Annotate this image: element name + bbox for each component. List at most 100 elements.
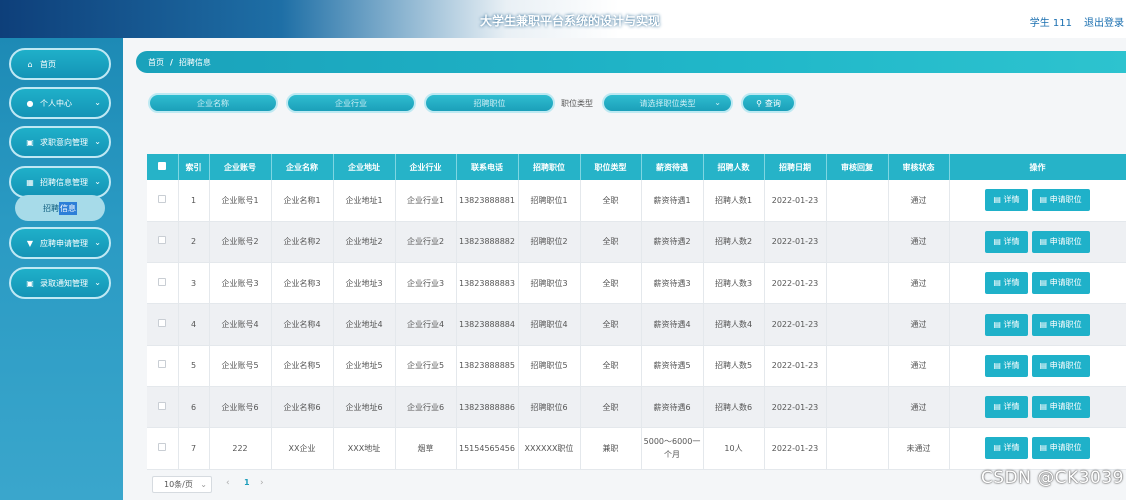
row-select-cell bbox=[147, 262, 179, 305]
detail-button-label: 详情 bbox=[1003, 443, 1020, 453]
logout-link[interactable]: 退出登录 bbox=[1084, 14, 1124, 29]
row-checkbox[interactable] bbox=[158, 277, 167, 286]
page-size-select[interactable]: 10条/页 ⌄ bbox=[152, 476, 212, 493]
chevron-down-icon: ⌄ bbox=[714, 98, 721, 107]
column-header: 索引 bbox=[178, 154, 210, 180]
apply-position-button[interactable]: ▤ 申请职位 bbox=[1031, 396, 1090, 419]
industry-input[interactable]: 企业行业 bbox=[286, 93, 416, 113]
row-checkbox[interactable] bbox=[158, 319, 167, 328]
table-cell: 企业行业2 bbox=[395, 221, 457, 264]
row-checkbox[interactable] bbox=[158, 442, 167, 451]
table-cell: XX企业 bbox=[271, 427, 334, 470]
table-header-row: 索引 企业账号 企业名称 企业地址 企业行业 联系电话 招聘职位 职位类型 薪资… bbox=[147, 154, 1126, 180]
row-select-cell bbox=[147, 303, 179, 346]
table-cell: 通过 bbox=[888, 221, 950, 264]
apply-position-button[interactable]: ▤ 申请职位 bbox=[1031, 437, 1090, 460]
row-checkbox[interactable] bbox=[158, 236, 167, 245]
page-number-current[interactable]: 1 bbox=[244, 478, 250, 487]
funnel-icon: ▼ bbox=[26, 238, 34, 248]
column-header: 企业地址 bbox=[333, 154, 396, 180]
position-type-select[interactable]: 请选择职位类型 ⌄ bbox=[602, 93, 733, 113]
table-cell: 企业名称1 bbox=[271, 180, 334, 222]
column-header: 联系电话 bbox=[456, 154, 519, 180]
table-cell: 企业地址5 bbox=[333, 345, 396, 387]
detail-button[interactable]: ▤ 详情 bbox=[985, 189, 1028, 212]
table-row: 7 222 XX企业 XXX地址 烟草 15154565456 XXXXXX职位 兼职 5000… bbox=[147, 427, 1126, 470]
apply-button-label: 申请职位 bbox=[1049, 443, 1082, 453]
table-cell: 兼职 bbox=[580, 427, 642, 470]
apply-button-label: 申请职位 bbox=[1049, 236, 1082, 246]
next-page-button[interactable]: › bbox=[260, 478, 264, 488]
position-input[interactable]: 招聘职位 bbox=[424, 93, 555, 113]
detail-button[interactable]: ▤ 详情 bbox=[985, 354, 1028, 377]
sidebar-item-applications[interactable]: ▼ 应聘申请管理 ⌄ bbox=[9, 227, 111, 259]
table-cell: 企业账号1 bbox=[209, 180, 272, 222]
detail-button[interactable]: ▤ 详情 bbox=[985, 272, 1028, 295]
table-cell: 2022-01-23 bbox=[764, 303, 827, 346]
row-checkbox[interactable] bbox=[158, 360, 167, 369]
table-cell: 招聘人数3 bbox=[703, 262, 765, 305]
table-cell: 企业地址1 bbox=[333, 180, 396, 222]
search-bar: 企业名称 企业行业 招聘职位 职位类型 请选择职位类型 ⌄ ⚲ 查询 bbox=[0, 93, 1126, 113]
sidebar-subitem-recruitment-info[interactable]: 招聘 信息 bbox=[15, 195, 105, 221]
table-cell: 2022-01-23 bbox=[764, 427, 827, 470]
apply-button-label: 申请职位 bbox=[1049, 195, 1082, 205]
table-cell: 企业名称3 bbox=[271, 262, 334, 305]
current-user: 学生 111 bbox=[1029, 18, 1072, 29]
table-cell: 13823888882 bbox=[456, 221, 519, 264]
table-cell: 5 bbox=[178, 345, 210, 387]
table-cell: 企业账号2 bbox=[209, 221, 272, 264]
prev-page-button[interactable]: ‹ bbox=[226, 478, 230, 488]
detail-button[interactable]: ▤ 详情 bbox=[985, 396, 1028, 419]
chevron-down-icon: ⌄ bbox=[94, 137, 101, 146]
app-title: 大学生兼职平台系统的设计与实现 bbox=[479, 14, 660, 28]
table-cell: 全职 bbox=[580, 180, 642, 222]
table-cell: 企业行业1 bbox=[395, 180, 457, 222]
breadcrumb-home[interactable]: 首页 bbox=[148, 57, 164, 68]
table-cell: 企业地址3 bbox=[333, 262, 396, 305]
apply-position-button[interactable]: ▤ 申请职位 bbox=[1031, 313, 1090, 336]
sidebar-item-label: 求职意向管理 bbox=[40, 137, 88, 147]
submenu-label-highlight: 信息 bbox=[59, 201, 77, 215]
sidebar-item-admissions[interactable]: ▣ 录取通知管理 ⌄ bbox=[9, 267, 111, 299]
apply-position-button[interactable]: ▤ 申请职位 bbox=[1031, 189, 1090, 212]
sidebar-item-recruitment[interactable]: ▦ 招聘信息管理 ⌄ bbox=[9, 166, 111, 198]
detail-button[interactable]: ▤ 详情 bbox=[985, 437, 1028, 460]
table-cell: 企业行业4 bbox=[395, 303, 457, 346]
sidebar-item-home[interactable]: ⌂ 首页 bbox=[9, 48, 111, 80]
sidebar-item-job-intention[interactable]: ▣ 求职意向管理 ⌄ bbox=[9, 126, 111, 158]
actions-cell: ▤ 详情 ▤ 申请职位 bbox=[949, 427, 1126, 470]
table-cell: 招聘人数1 bbox=[703, 180, 765, 222]
apply-position-button[interactable]: ▤ 申请职位 bbox=[1031, 272, 1090, 295]
chevron-down-icon: ⌄ bbox=[94, 177, 101, 186]
row-select-cell bbox=[147, 386, 179, 429]
document-icon: ▤ bbox=[1039, 319, 1050, 329]
company-name-input[interactable]: 企业名称 bbox=[148, 93, 278, 113]
apply-position-button[interactable]: ▤ 申请职位 bbox=[1031, 354, 1090, 377]
row-select-cell bbox=[147, 427, 179, 470]
query-button[interactable]: ⚲ 查询 bbox=[741, 93, 796, 113]
query-button-label: 查询 bbox=[764, 98, 781, 108]
position-placeholder: 招聘职位 bbox=[473, 98, 506, 108]
table-cell: 企业名称6 bbox=[271, 386, 334, 429]
sidebar-item-label: 首页 bbox=[40, 59, 56, 69]
grid-icon: ▦ bbox=[26, 177, 34, 187]
select-all-checkbox[interactable] bbox=[158, 162, 167, 170]
detail-button[interactable]: ▤ 详情 bbox=[985, 313, 1028, 336]
table-cell bbox=[826, 427, 889, 470]
table-cell: 企业名称5 bbox=[271, 345, 334, 387]
row-checkbox[interactable] bbox=[158, 194, 167, 203]
column-header: 招聘职位 bbox=[518, 154, 581, 180]
row-checkbox[interactable] bbox=[158, 401, 167, 410]
apply-position-button[interactable]: ▤ 申请职位 bbox=[1031, 230, 1090, 253]
table-cell: 企业账号6 bbox=[209, 386, 272, 429]
table-cell: 企业行业5 bbox=[395, 345, 457, 387]
table-cell: 13823888886 bbox=[456, 386, 519, 429]
row-select-cell bbox=[147, 180, 179, 222]
table-cell: 5000～6000一个月 bbox=[641, 427, 704, 470]
actions-cell: ▤ 详情 ▤ 申请职位 bbox=[949, 345, 1126, 387]
table-cell: 企业名称4 bbox=[271, 303, 334, 346]
table-cell bbox=[826, 303, 889, 346]
table-cell: 2022-01-23 bbox=[764, 386, 827, 429]
detail-button[interactable]: ▤ 详情 bbox=[985, 230, 1028, 253]
